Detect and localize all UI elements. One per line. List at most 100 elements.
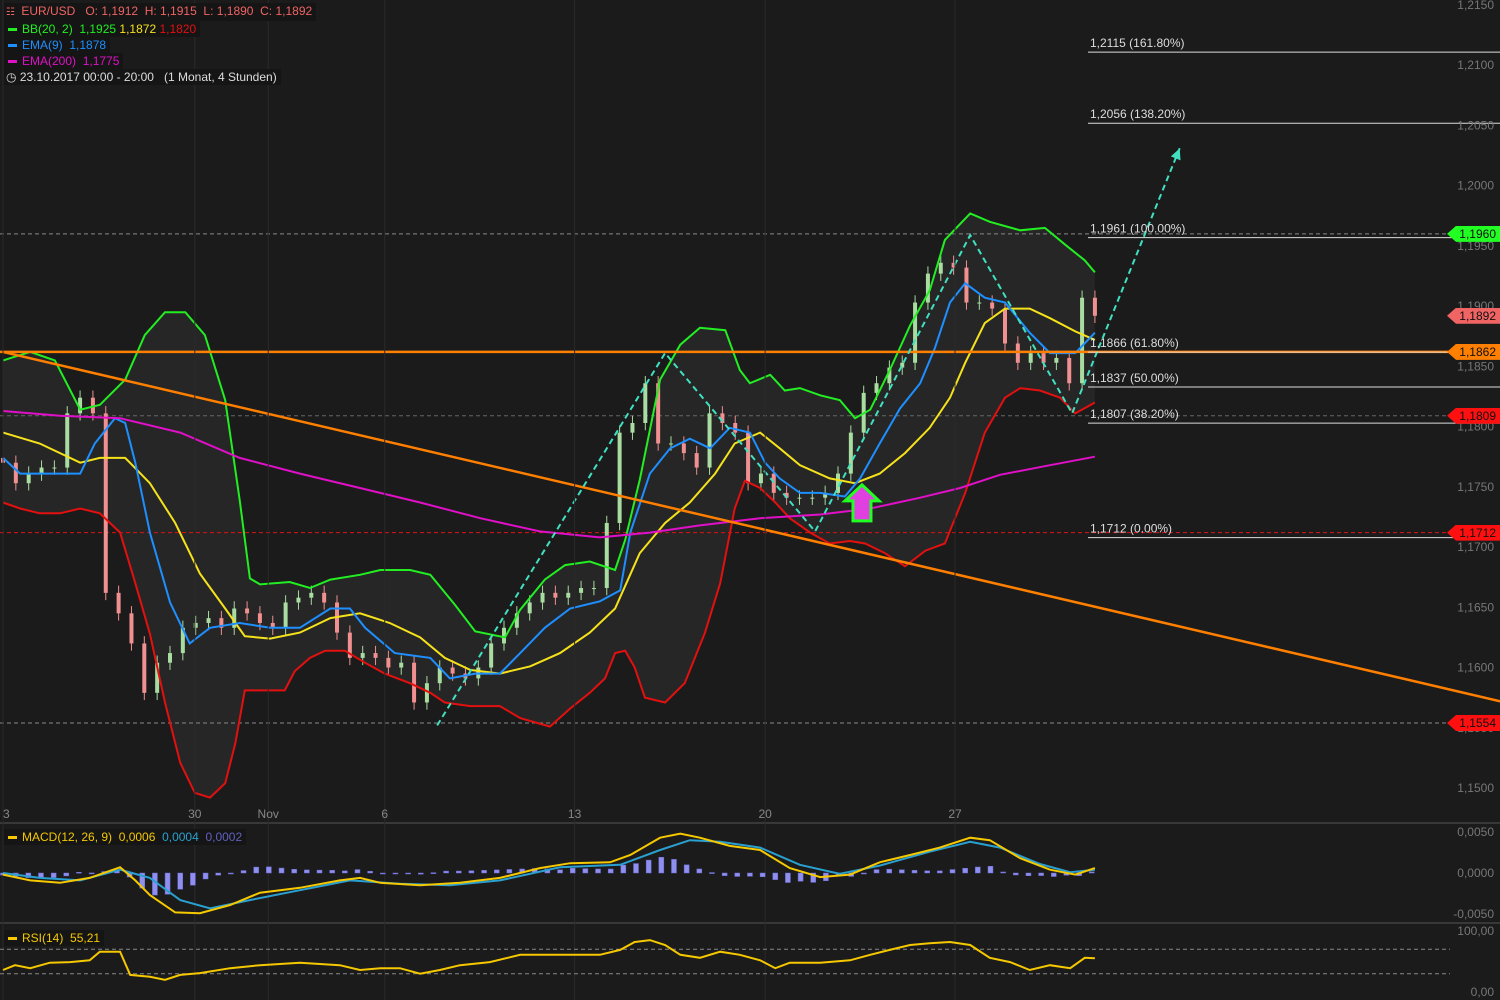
macd-histogram-bar	[240, 870, 247, 874]
bb-lower-value: 1,1820	[159, 22, 197, 36]
price-tick-label: 1,1700	[1457, 540, 1494, 554]
macd-histogram-bar	[734, 872, 741, 877]
x-tick-label: 13	[568, 807, 582, 821]
candle-body	[1067, 357, 1072, 384]
x-tick-label: 3	[3, 807, 10, 821]
macd-histogram-bar	[595, 868, 601, 874]
fib-level-label: 1,1837 (50.00%)	[1090, 371, 1179, 385]
macd-histogram-bar	[228, 872, 234, 875]
candle-body	[810, 497, 815, 499]
macd-histogram-bar	[266, 866, 272, 874]
candle-body	[65, 413, 70, 468]
price-tag-1-1554: 1,1554	[1447, 714, 1500, 731]
candle-body	[694, 453, 699, 468]
macd-histogram-bar	[1038, 872, 1044, 876]
macd-histogram-bar	[76, 871, 82, 874]
macd-histogram-bar	[468, 870, 475, 874]
candle-body	[283, 602, 288, 628]
x-tick-label: 30	[188, 807, 202, 821]
price-tick-label: 1,1850	[1457, 359, 1494, 373]
rsi-tick-label: 0,00	[1471, 985, 1495, 999]
macd-histogram-bar	[38, 872, 44, 878]
candle-body	[938, 262, 943, 274]
macd-histogram-bar	[50, 872, 57, 878]
macd-histogram-bar	[759, 872, 766, 878]
candle-body	[386, 657, 391, 668]
candle-body	[142, 643, 147, 693]
macd-histogram-bar	[962, 867, 968, 874]
candle-body	[1041, 353, 1046, 363]
price-tick-label: 1,2000	[1457, 179, 1494, 193]
candle-body	[1092, 297, 1097, 316]
macd-histogram-bar	[658, 856, 665, 874]
macd-histogram-bar	[405, 872, 411, 875]
macd-histogram-bar	[747, 872, 753, 877]
candle-body	[797, 497, 802, 499]
macd-histogram-bar	[1025, 872, 1032, 877]
macd-histogram-bar	[557, 869, 563, 874]
macd-histogram-bar	[392, 872, 399, 875]
candle-body	[26, 473, 31, 484]
macd-swatch-icon	[8, 836, 17, 840]
macd-tick-label: 0,0050	[1457, 825, 1494, 839]
rsi-legend: RSI(14) 55,21	[4, 930, 105, 946]
price-tick-label: 1,2100	[1457, 58, 1494, 72]
macd-histogram-bar	[316, 869, 323, 874]
candle-body	[193, 622, 198, 628]
symbol-label: EUR/USD	[21, 4, 76, 18]
macd-histogram-bar	[709, 872, 715, 874]
macd-histogram-bar	[367, 871, 373, 874]
fib-level-label: 1,1866 (61.80%)	[1090, 336, 1179, 350]
candle-body	[707, 413, 712, 468]
macd-histogram-bar	[342, 870, 348, 874]
fib-level-label: 1,2056 (138.20%)	[1090, 107, 1185, 121]
macd-histogram-bar	[202, 872, 209, 880]
price-tick-label: 1,1500	[1457, 781, 1494, 795]
bb-label: BB(20, 2)	[22, 22, 73, 36]
macd-histogram-bar	[582, 868, 589, 874]
bb-middle-value: 1,1872	[119, 22, 157, 36]
candle-body	[13, 462, 18, 484]
candle-body	[360, 653, 365, 658]
candle-body	[771, 473, 776, 493]
macd-histogram-bar	[304, 869, 310, 874]
macd-histogram-bar	[443, 870, 449, 874]
rsi-swatch-icon	[8, 937, 17, 941]
candle-body	[450, 667, 455, 674]
candle-body	[913, 302, 918, 363]
macd-histogram-bar	[430, 872, 437, 874]
candle-body	[604, 522, 609, 589]
price-tick-label: 1,2050	[1457, 118, 1494, 132]
candle-body	[103, 413, 108, 593]
price-tag-1-1960: 1,1960	[1447, 225, 1500, 242]
candle-body	[1003, 308, 1008, 344]
candle-body	[540, 592, 545, 603]
candle-body	[579, 588, 584, 593]
macd-histogram-bar	[645, 859, 652, 874]
macd-histogram-bar	[291, 869, 297, 874]
macd-label: MACD(12, 26, 9)	[22, 830, 113, 844]
period-label: 23.10.2017 00:00 - 20:00	[19, 70, 154, 84]
price-tag-1-1712: 1,1712	[1447, 524, 1500, 541]
candle-body	[1054, 357, 1059, 363]
macd-histogram-bar	[924, 870, 930, 874]
candle-body	[296, 597, 301, 603]
chart-canvas[interactable]: 1,2115 (161.80%) 1,2056 (138.20%) 1,1961 (…	[0, 0, 1500, 1000]
candle-body	[553, 592, 558, 598]
macd-histogram-bar	[937, 870, 943, 874]
candle-body	[52, 467, 57, 469]
macd-histogram-bar	[177, 872, 183, 890]
macd-signal-value: 0,0004	[162, 830, 199, 844]
macd-histogram-bar	[354, 869, 361, 874]
macd-histogram-bar	[569, 868, 576, 874]
macd-histogram-bar	[861, 872, 867, 875]
macd-histogram-bar	[481, 870, 487, 874]
price-tag-1-1862: 1,1862	[1447, 343, 1500, 360]
fib-level-label: 1,1807 (38.20%)	[1090, 407, 1179, 421]
candle-body	[591, 588, 596, 590]
candle-body	[412, 662, 417, 703]
price-tag-1-1809: 1,1809	[1447, 407, 1500, 424]
macd-histogram-bar	[683, 864, 690, 874]
price-tick-label: 1,1750	[1457, 480, 1494, 494]
macd-histogram-bar	[886, 868, 892, 874]
